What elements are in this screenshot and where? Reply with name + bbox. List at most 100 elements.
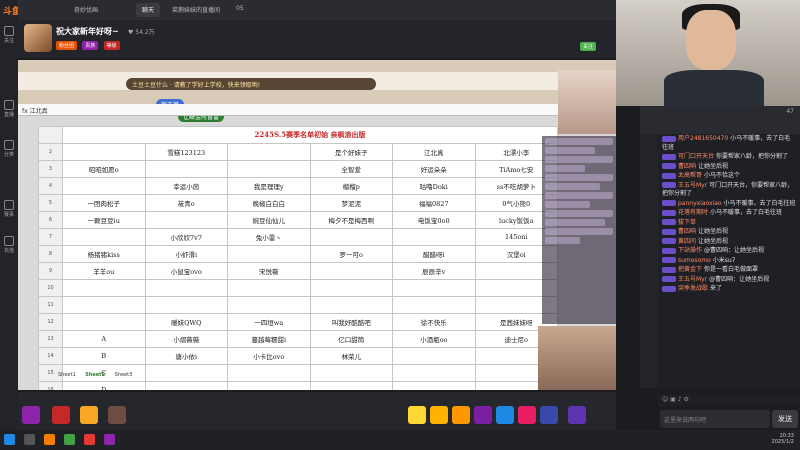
app-icon[interactable] (84, 434, 95, 445)
cell[interactable]: 小熠薇薇 (144, 330, 228, 348)
cell[interactable]: 晚椒白白白 (227, 194, 311, 212)
cell[interactable]: A (62, 330, 146, 348)
cell[interactable]: 是个好妹子 (309, 143, 393, 161)
cell[interactable] (392, 296, 476, 314)
chat-username[interactable]: 曹四响 (678, 163, 696, 170)
tab-0[interactable]: 奇妙优画 (68, 3, 104, 17)
cell[interactable]: 小酒瓶oo (392, 330, 476, 348)
cell[interactable]: 暖妹QWQ (144, 313, 228, 331)
cell[interactable]: 杨猪猪kiss (62, 245, 146, 263)
cell[interactable] (144, 381, 228, 390)
gift-icon[interactable] (80, 406, 98, 424)
gift-icon[interactable] (408, 406, 426, 424)
follow-button[interactable]: 关注 (580, 42, 597, 51)
cell[interactable]: 雪糕123123 (144, 143, 228, 161)
cell[interactable] (309, 381, 393, 390)
cell[interactable] (309, 296, 393, 314)
cell[interactable]: 梦泥泥 (309, 194, 393, 212)
cell[interactable]: 叫我好酷酷吧 (309, 313, 393, 331)
nav-events[interactable]: 赛事 (1, 200, 17, 218)
cell[interactable]: 梅夕不是梅西啊 (309, 211, 393, 229)
cell[interactable]: 好运朵朵 (392, 160, 476, 178)
chat-username[interactable]: 黄四问 (678, 238, 696, 245)
cell[interactable]: 一颗豆豆iu (62, 211, 146, 229)
cell[interactable]: 林荣儿 (309, 347, 393, 365)
chat-username[interactable]: 可门口开天台 (678, 153, 714, 160)
cell[interactable] (392, 381, 476, 390)
tab-chat[interactable]: 聊天 (136, 3, 161, 17)
cell[interactable]: 一团肉松子 (62, 194, 146, 212)
chat-username[interactable]: 下站操作 (678, 247, 702, 254)
cell[interactable]: 江北真 (392, 143, 476, 161)
chat-username[interactable]: 王五号Myr (678, 276, 707, 283)
chat-username[interactable]: sumosomo (678, 257, 711, 264)
cell[interactable] (62, 143, 146, 161)
cell[interactable]: 一四垣wa (227, 313, 311, 331)
cell[interactable] (392, 347, 476, 365)
gift-icon[interactable] (518, 406, 536, 424)
cell[interactable]: 榴榴p (309, 177, 393, 195)
gift-icon[interactable] (496, 406, 514, 424)
cell[interactable] (227, 381, 311, 390)
nav-live[interactable]: 直播 (1, 100, 17, 118)
cell[interactable] (309, 228, 393, 246)
cell[interactable] (62, 313, 146, 331)
windows-icon[interactable] (4, 434, 15, 445)
cell[interactable] (309, 364, 393, 382)
cell[interactable]: 小虾滑i (144, 245, 228, 263)
cell[interactable] (309, 279, 393, 297)
chat-username[interactable]: 太高帮哥 (678, 172, 702, 179)
cell[interactable]: 小卡比ovo (227, 347, 311, 365)
cell[interactable]: 徐不快乐 (392, 313, 476, 331)
cell[interactable] (144, 279, 228, 297)
noble-badge[interactable]: 贵族 (82, 41, 99, 50)
chat-username[interactable]: 花落有期时 (678, 209, 708, 216)
cell[interactable]: 宋悦薇 (227, 262, 311, 280)
cell[interactable] (144, 211, 228, 229)
gift-icon[interactable] (540, 406, 558, 424)
cell[interactable]: D (62, 381, 146, 390)
chat-username[interactable]: 曹四响 (678, 228, 696, 235)
gift-icon[interactable] (22, 406, 40, 424)
cell[interactable]: 罗一可o (309, 245, 393, 263)
cell[interactable] (62, 177, 146, 195)
gift-icon[interactable] (108, 406, 126, 424)
cell[interactable]: 小欣欣7v7 (144, 228, 228, 246)
cell[interactable] (62, 279, 146, 297)
nav-category[interactable]: 分类 (1, 140, 17, 158)
cell[interactable]: 蔓越莓糯甜i (227, 330, 311, 348)
gift-icon[interactable] (452, 406, 470, 424)
cell[interactable] (392, 228, 476, 246)
cell[interactable] (309, 262, 393, 280)
chat-username[interactable]: 突季发战歌 (678, 285, 708, 292)
app-icon[interactable] (64, 434, 75, 445)
cell[interactable]: 婉豆仙仙儿 (227, 211, 311, 229)
avatar[interactable] (24, 24, 52, 52)
chat-username[interactable]: 拔下单 (678, 219, 696, 226)
fans-badge[interactable]: 粉丝团 (56, 41, 78, 50)
chat-input[interactable]: 这里来说两句吧 (660, 410, 770, 428)
tab-room[interactable]: 菜鹅妹妹的直播间 (166, 3, 226, 17)
cell[interactable]: 小鼠宝ovo (144, 262, 228, 280)
chat-username[interactable]: 把黄金下 (678, 266, 702, 273)
cell[interactable] (227, 160, 311, 178)
cell[interactable]: 辰辰辛v (392, 262, 476, 280)
cell[interactable]: 唐小依i (144, 347, 228, 365)
cell[interactable]: 亿口甜筒 (309, 330, 393, 348)
app-icon[interactable] (44, 434, 55, 445)
cell[interactable] (227, 364, 311, 382)
stream-video[interactable]: 土豆土豆什么 · 请教了学好上学校，快来领取哟! 我下单 让缺金时盲雷 fx 江… (18, 60, 616, 390)
cell[interactable]: 咕噜Doki (392, 177, 476, 195)
cell[interactable] (227, 143, 311, 161)
cell[interactable]: 莜青o (144, 194, 228, 212)
sheet-tab-2[interactable]: Sheet2 (85, 372, 105, 378)
cell[interactable]: B (62, 347, 146, 365)
chat-username[interactable]: 用户2481650470 (678, 135, 728, 142)
cell[interactable]: 我是理理y (227, 177, 311, 195)
cell[interactable]: 福福0827 (392, 194, 476, 212)
level-badge[interactable]: 等级 (103, 41, 120, 50)
cell[interactable] (392, 364, 476, 382)
tab-3[interactable]: 05 (230, 3, 250, 17)
cell[interactable] (392, 279, 476, 297)
nav-recharge[interactable]: 充值 (1, 236, 17, 254)
